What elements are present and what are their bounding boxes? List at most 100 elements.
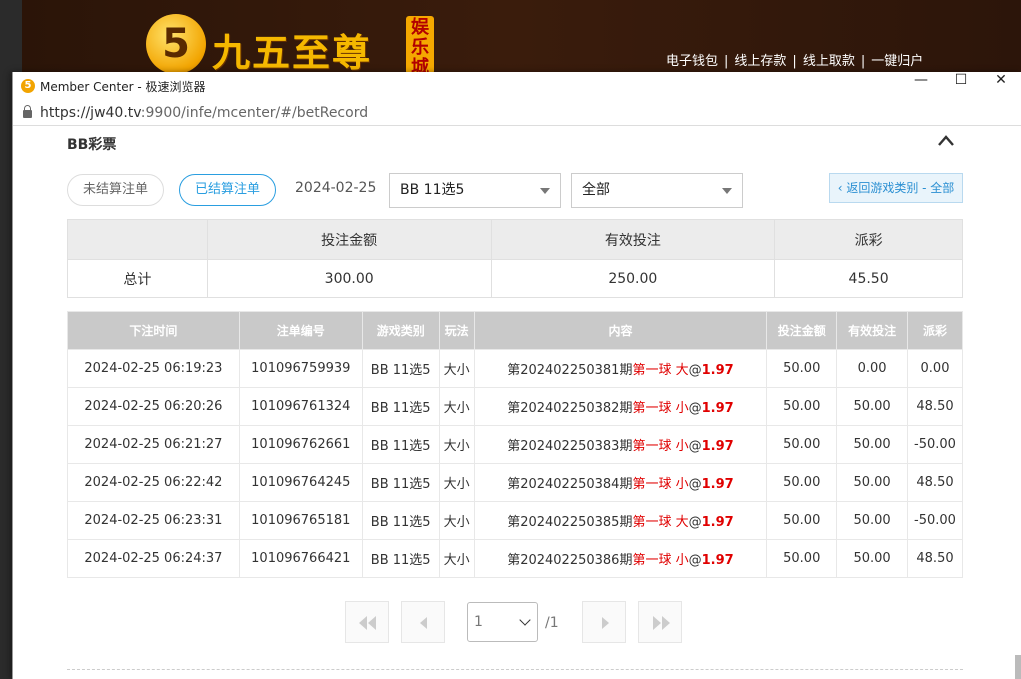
bet-content: 第202402250381期第一球 大@1.97 (473, 349, 768, 388)
ball: 第一球 (632, 439, 672, 454)
pick: 小 (675, 439, 689, 454)
title-bar[interactable]: 5 Member Center - 极速浏览器 — ☐ ✕ (13, 72, 1021, 100)
settled-bets-button[interactable]: 已结算注单 (179, 174, 276, 206)
bet-id: 101096764245 (238, 463, 363, 502)
valid-bet: 50.00 (836, 425, 908, 464)
link-withdraw[interactable]: 线上取款 (803, 54, 855, 69)
first-page-button[interactable] (345, 601, 389, 643)
window-title: Member Center - 极速浏览器 (40, 79, 206, 94)
type-select[interactable]: 全部 (571, 173, 743, 208)
left-icon (420, 617, 427, 629)
table-row: 2024-02-25 06:22:42 101096764245 BB 11选5 大小… (67, 463, 963, 502)
summary-header (67, 219, 208, 260)
period: 第202402250383期 (507, 439, 633, 454)
summary-cell: 250.00 (490, 259, 776, 298)
game-type: BB 11选5 (361, 463, 440, 502)
next-page-button[interactable] (582, 601, 626, 643)
summary-header: 投注金额 (206, 219, 492, 260)
bet-time: 2024-02-25 06:24:37 (67, 539, 240, 578)
column-header: 投注金额 (766, 311, 838, 350)
table-row: 2024-02-25 06:19:23 101096759939 BB 11选5 大小… (67, 349, 963, 388)
table-row: 2024-02-25 06:23:31 101096765181 BB 11选5 大小… (67, 501, 963, 540)
payout: 48.50 (907, 539, 963, 578)
odds: 1.97 (701, 439, 734, 454)
ball: 第一球 (632, 553, 672, 568)
game-type: BB 11选5 (361, 387, 440, 426)
unsettled-bets-button[interactable]: 未结算注单 (67, 174, 164, 206)
prev-page-button[interactable] (401, 601, 445, 643)
url-text[interactable]: https://jw40.tv:9900/infe/mcenter/#/betR… (40, 105, 368, 121)
at-sign: @ (688, 363, 702, 378)
divider (67, 669, 963, 670)
bet-amount: 50.00 (766, 501, 838, 540)
bet-time: 2024-02-25 06:19:23 (67, 349, 240, 388)
valid-bet: 50.00 (836, 463, 908, 502)
bet-id: 101096761324 (238, 387, 363, 426)
url-path: :9900/infe/mcenter/#/betRecord (140, 104, 369, 121)
odds: 1.97 (701, 363, 734, 378)
bet-content: 第202402250383期第一球 小@1.97 (473, 425, 768, 464)
close-icon[interactable]: ✕ (981, 72, 1021, 100)
url-host: https://jw40.tv (40, 104, 141, 121)
double-right-icon (653, 616, 670, 630)
at-sign: @ (688, 477, 702, 492)
bet-content: 第202402250385期第一球 大@1.97 (473, 501, 768, 540)
game-select[interactable]: BB 11选5 (389, 173, 561, 208)
at-sign: @ (688, 553, 702, 568)
game-type: BB 11选5 (361, 349, 440, 388)
summary-cell: 总计 (67, 259, 208, 298)
back-to-categories-button[interactable]: ‹ 返回游戏类别 - 全部 (829, 173, 963, 203)
summary-header-row: 投注金额 有效投注 派彩 (67, 219, 963, 260)
column-header: 注单编号 (238, 311, 363, 350)
link-wallet[interactable]: 电子钱包 (666, 54, 718, 69)
chevron-down-icon (540, 188, 550, 194)
window-controls: — ☐ ✕ (901, 72, 1021, 100)
game-type: BB 11选5 (361, 539, 440, 578)
column-header: 派彩 (907, 311, 963, 350)
pick: 小 (675, 553, 689, 568)
bet-content: 第202402250386期第一球 小@1.97 (473, 539, 768, 578)
play-type: 大小 (438, 387, 475, 426)
odds: 1.97 (701, 515, 734, 530)
chevron-up-icon[interactable] (937, 132, 955, 150)
date-picker[interactable]: 2024-02-25 (295, 180, 376, 196)
address-bar[interactable]: https://jw40.tv:9900/infe/mcenter/#/betR… (13, 100, 1021, 126)
pick: 小 (675, 477, 689, 492)
page-select[interactable]: 1 (467, 602, 538, 642)
payout: 0.00 (907, 349, 963, 388)
column-header: 内容 (473, 311, 768, 350)
bet-amount: 50.00 (766, 387, 838, 426)
game-select-value: BB 11选5 (400, 182, 465, 198)
last-page-button[interactable] (638, 601, 682, 643)
link-consolidate[interactable]: 一键归户 (871, 54, 923, 69)
bet-id: 101096759939 (238, 349, 363, 388)
scrollbar-thumb[interactable] (1015, 655, 1021, 679)
minimize-icon[interactable]: — (901, 72, 941, 100)
valid-bet: 50.00 (836, 539, 908, 578)
site-logo-text: 九五至尊 (212, 31, 373, 75)
period: 第202402250382期 (507, 401, 633, 416)
table-row: 2024-02-25 06:24:37 101096766421 BB 11选5 大小… (67, 539, 963, 578)
pick: 小 (675, 401, 689, 416)
ball: 第一球 (632, 477, 672, 492)
summary-total-row: 总计 300.00 250.00 45.50 (67, 259, 963, 298)
column-header: 玩法 (438, 311, 475, 350)
link-deposit[interactable]: 线上存款 (734, 54, 786, 69)
valid-bet: 50.00 (836, 501, 908, 540)
bet-records-table: 下注时间 注单编号 游戏类别 玩法 内容 投注金额 有效投注 派彩 2024-0… (67, 311, 963, 578)
summary-cell: 300.00 (206, 259, 492, 298)
maximize-icon[interactable]: ☐ (941, 72, 981, 100)
payout: 48.50 (907, 463, 963, 502)
bet-id: 101096765181 (238, 501, 363, 540)
right-icon (602, 617, 609, 629)
period: 第202402250385期 (507, 515, 633, 530)
section-title: BB彩票 (67, 137, 117, 153)
play-type: 大小 (438, 349, 475, 388)
records-header-row: 下注时间 注单编号 游戏类别 玩法 内容 投注金额 有效投注 派彩 (67, 311, 963, 350)
site-logo-icon: 5 (146, 14, 206, 74)
chevron-down-icon (722, 188, 732, 194)
period: 第202402250386期 (507, 553, 633, 568)
play-type: 大小 (438, 539, 475, 578)
valid-bet: 0.00 (836, 349, 908, 388)
chevron-down-icon (519, 614, 531, 626)
